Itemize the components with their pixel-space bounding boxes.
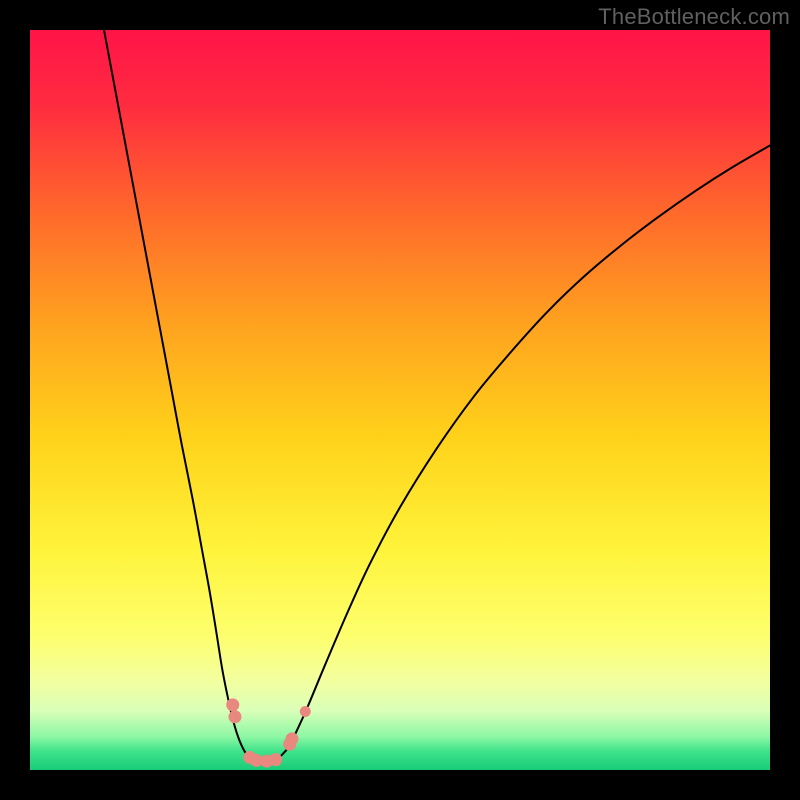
data-marker [226,698,239,711]
chart-container: TheBottleneck.com [0,0,800,800]
data-marker [285,732,298,745]
plot-area [30,30,770,770]
gradient-background [30,30,770,770]
chart-svg [30,30,770,770]
data-marker [269,753,282,766]
data-marker [228,710,241,723]
watermark-text: TheBottleneck.com [598,4,790,30]
data-marker [300,706,311,717]
